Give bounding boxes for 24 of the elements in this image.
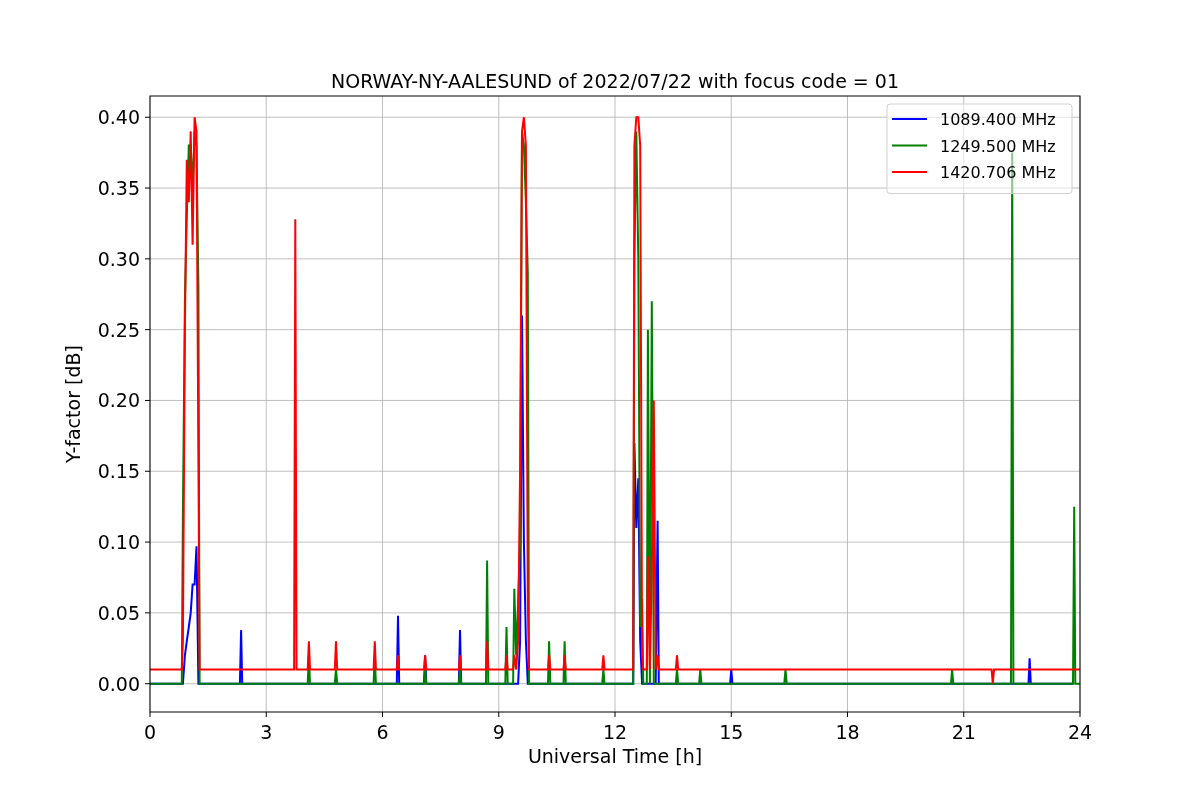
tick-label: 0.35 bbox=[97, 177, 140, 200]
axis-title: Y-factor [dB] bbox=[62, 345, 84, 463]
tick-label: 15 bbox=[719, 721, 744, 743]
tick-label: 6 bbox=[376, 721, 389, 743]
legend-label: 1249.500 MHz bbox=[940, 136, 1056, 156]
chart-title: NORWAY-NY-AALESUND of 2022/07/22 with focus code = 01 bbox=[331, 70, 899, 92]
tick-label: 9 bbox=[492, 721, 505, 743]
axis-title: Universal Time [h] bbox=[527, 745, 703, 767]
tick-label: 12 bbox=[602, 721, 628, 743]
legend-label: 1089.400 MHz bbox=[940, 110, 1056, 129]
tick-label: 0.40 bbox=[97, 106, 140, 129]
tick-label: 0.20 bbox=[97, 389, 140, 412]
tick-label: 0.25 bbox=[97, 318, 140, 341]
tick-label: 0.15 bbox=[97, 460, 140, 483]
legend-label: 1420.706 MHz bbox=[940, 163, 1056, 182]
tick-label: 0 bbox=[143, 721, 157, 743]
tick-label: 21 bbox=[951, 721, 976, 743]
tick-label: 0.10 bbox=[97, 531, 140, 554]
tick-label: 18 bbox=[835, 721, 860, 743]
tick-label: 0.05 bbox=[97, 601, 140, 624]
tick-label: 0.30 bbox=[97, 247, 140, 270]
tick-label: 0.00 bbox=[97, 672, 140, 695]
tick-label: 3 bbox=[260, 721, 273, 743]
tick-label: 24 bbox=[1067, 721, 1093, 743]
